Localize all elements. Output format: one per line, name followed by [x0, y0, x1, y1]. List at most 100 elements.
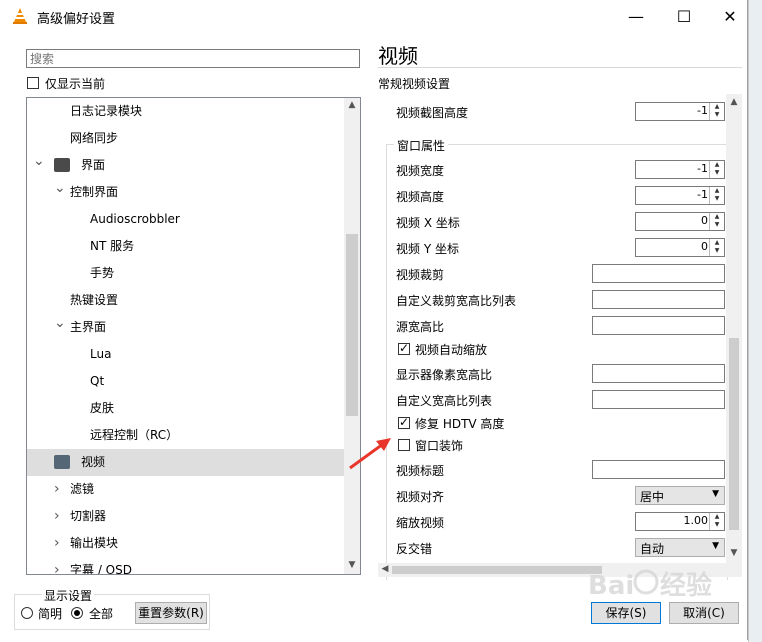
spin-up-icon[interactable]: ▲ [710, 161, 724, 169]
tree-item[interactable]: Lua [27, 341, 345, 368]
spin-up-icon[interactable]: ▲ [710, 213, 724, 221]
simple-radio[interactable] [21, 607, 33, 619]
chevron-right-icon[interactable]: › [54, 476, 60, 503]
watermark-logo: Bai 经验 [588, 560, 748, 610]
snapshot-height-spinbox[interactable]: -1 ▲ ▼ [635, 102, 725, 121]
monitor-ar-input[interactable] [592, 364, 725, 383]
settings-scroll-thumb[interactable] [729, 338, 739, 530]
zoom-label: 缩放视频 [396, 516, 445, 530]
tree-item[interactable]: › 字幕 / OSD [27, 557, 345, 575]
video-title-input[interactable] [592, 460, 725, 479]
chevron-right-icon[interactable]: › [54, 530, 60, 557]
tree-item[interactable]: Audioscrobbler [27, 206, 345, 233]
video-align-select[interactable]: 居中 ▼ [635, 486, 725, 505]
tree-item-label: Audioscrobbler [90, 212, 180, 226]
horizontal-scroll-thumb[interactable] [392, 566, 602, 574]
tree-item[interactable]: ⌄ 控制界面 [27, 179, 345, 206]
spin-down-icon[interactable]: ▼ [710, 221, 724, 229]
vlc-cone-icon [13, 8, 27, 24]
settings-tree[interactable]: 日志记录模块 网络同步 ⌄ 界面 ⌄ 控制界面 Audioscrobbler NT 服务 手势热… [26, 97, 361, 575]
scroll-up-icon[interactable]: ▲ [344, 100, 360, 110]
decorations-checkbox[interactable] [398, 439, 410, 451]
tree-scroll-thumb[interactable] [346, 234, 358, 416]
reset-button[interactable]: 重置参数(R) [135, 602, 207, 624]
tree-item-label: 字幕 / OSD [70, 563, 132, 575]
video-width-spinbox[interactable]: -1 ▲ ▼ [635, 160, 725, 179]
tree-item[interactable]: 皮肤 [27, 395, 345, 422]
spin-up-icon[interactable]: ▲ [710, 239, 724, 247]
background-window-strip [748, 0, 762, 642]
tree-item[interactable]: 视频 [27, 449, 345, 476]
video-y-label: 视频 Y 坐标 [396, 242, 459, 256]
source-ar-input[interactable] [592, 316, 725, 335]
spin-up-icon[interactable]: ▲ [710, 103, 724, 111]
tree-item-label: 主界面 [70, 320, 107, 334]
spin-up-icon[interactable]: ▲ [710, 187, 724, 195]
video-height-label: 视频高度 [396, 190, 445, 204]
settings-scrollbar[interactable]: ▲ ▼ [726, 94, 742, 564]
tree-item[interactable]: 日志记录模块 [27, 98, 345, 125]
scroll-left-icon[interactable]: ◀ [380, 564, 390, 574]
tree-item[interactable]: › 滤镜 [27, 476, 345, 503]
settings-panel: 视频截图高度 -1 ▲ ▼ 窗口属性 视频宽度 -1 ▲ ▼ 视频高度 -1 ▲ ▼ 视频 … [378, 94, 742, 580]
spin-down-icon[interactable]: ▼ [710, 521, 724, 529]
minimize-button[interactable]: — [613, 0, 659, 32]
custom-ar-label: 自定义宽高比列表 [396, 394, 493, 408]
tree-item[interactable]: Qt [27, 368, 345, 395]
show-current-label: 仅显示当前 [45, 77, 106, 91]
deinterlace-select[interactable]: 自动 ▼ [635, 538, 725, 557]
chevron-down-icon[interactable]: ⌄ [54, 310, 66, 337]
video-x-spinbox[interactable]: 0 ▲ ▼ [635, 212, 725, 231]
video-align-label: 视频对齐 [396, 490, 445, 504]
chevron-right-icon[interactable]: › [54, 503, 60, 530]
tree-item[interactable]: 热键设置 [27, 287, 345, 314]
page-title: 视频 [378, 44, 418, 68]
custom-ar-input[interactable] [592, 390, 725, 409]
show-current-checkbox[interactable] [27, 77, 39, 89]
spin-down-icon[interactable]: ▼ [710, 195, 724, 203]
tree-item[interactable]: NT 服务 [27, 233, 345, 260]
spin-up-icon[interactable]: ▲ [710, 513, 724, 521]
video-crop-input[interactable] [592, 264, 725, 283]
tree-item[interactable]: ⌄ 主界面 [27, 314, 345, 341]
custom-crop-input[interactable] [592, 290, 725, 309]
tree-item[interactable]: 远程控制（RC） [27, 422, 345, 449]
autoscale-checkbox[interactable] [398, 341, 410, 355]
hdtv-fix-checkbox[interactable] [398, 415, 410, 429]
tree-item-label: Qt [90, 374, 105, 388]
tree-item[interactable]: ⌄ 界面 [27, 152, 345, 179]
title-bar: 高级偏好设置 — ☐ ✕ [0, 0, 748, 32]
search-input[interactable] [26, 49, 360, 68]
monitor-ar-label: 显示器像素宽高比 [396, 368, 493, 382]
svg-text:经验: 经验 [660, 570, 712, 601]
video-y-spinbox[interactable]: 0 ▲ ▼ [635, 238, 725, 257]
autoscale-label: 视频自动缩放 [415, 343, 488, 357]
scroll-down-icon[interactable]: ▼ [726, 548, 742, 558]
tree-item[interactable]: › 切割器 [27, 503, 345, 530]
snapshot-height-label: 视频截图高度 [396, 106, 469, 120]
video-height-spinbox[interactable]: -1 ▲ ▼ [635, 186, 725, 205]
spin-down-icon[interactable]: ▼ [710, 169, 724, 177]
spin-down-icon[interactable]: ▼ [710, 247, 724, 255]
all-label: 全部 [89, 607, 114, 621]
close-button[interactable]: ✕ [707, 0, 753, 32]
tree-item[interactable]: 网络同步 [27, 125, 345, 152]
svg-text:Bai: Bai [588, 571, 634, 601]
chevron-right-icon[interactable]: › [54, 557, 60, 574]
tree-item[interactable]: › 输出模块 [27, 530, 345, 557]
chevron-down-icon[interactable]: ⌄ [33, 148, 45, 175]
all-radio[interactable] [71, 607, 83, 619]
deinterlace-label: 反交错 [396, 542, 433, 556]
close-icon: ✕ [723, 6, 737, 26]
spin-down-icon[interactable]: ▼ [710, 111, 724, 119]
tree-item[interactable]: 手势 [27, 260, 345, 287]
chevron-down-icon: ▼ [712, 489, 719, 499]
custom-crop-label: 自定义裁剪宽高比列表 [396, 294, 517, 308]
chevron-down-icon[interactable]: ⌄ [54, 175, 66, 202]
scroll-down-icon[interactable]: ▼ [344, 560, 360, 570]
scroll-up-icon[interactable]: ▲ [726, 97, 742, 107]
zoom-spinbox[interactable]: 1.00 ▲ ▼ [635, 512, 725, 531]
tree-item-label: 切割器 [70, 509, 107, 523]
maximize-button[interactable]: ☐ [661, 0, 707, 32]
tree-scrollbar[interactable]: ▲ ▼ [344, 98, 360, 574]
